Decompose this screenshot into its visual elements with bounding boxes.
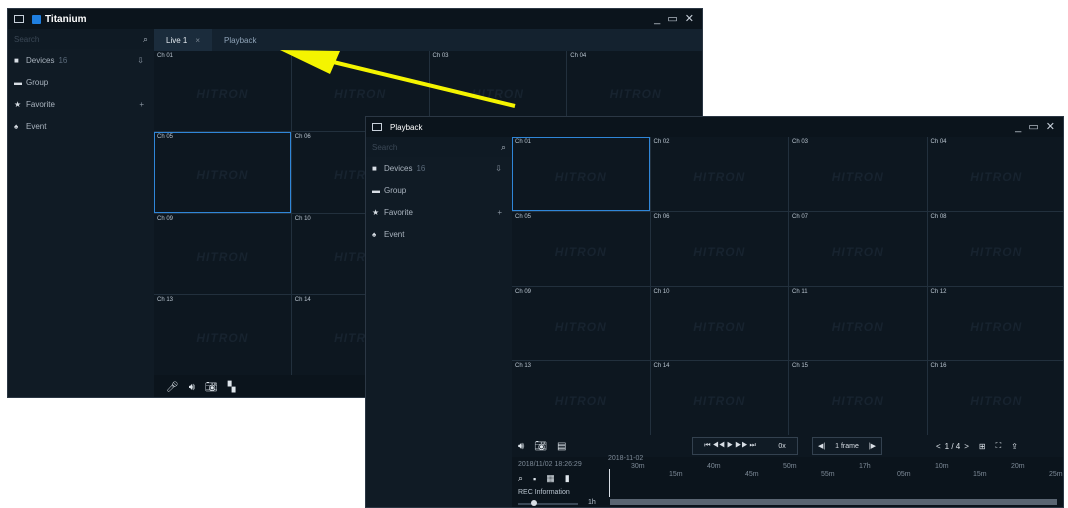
arrow-shaft [324,58,516,108]
callout-arrow [280,50,516,108]
arrow-head [280,50,340,74]
